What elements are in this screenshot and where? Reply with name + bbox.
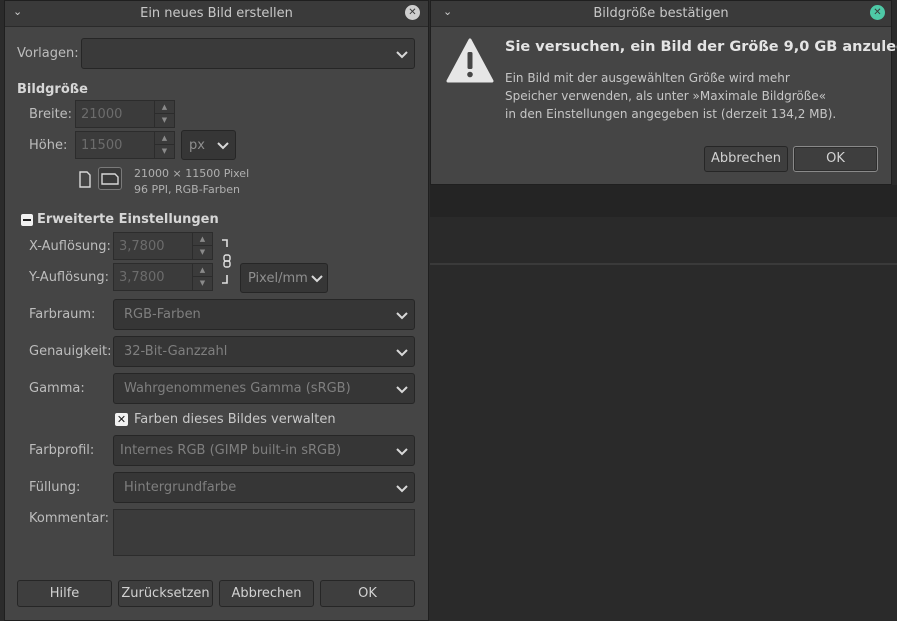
yres-spinbox[interactable]: 3,7800 ▲ ▼ xyxy=(113,263,215,291)
colorspace-combo[interactable]: RGB-Farben xyxy=(113,299,415,330)
precision-value: 32-Bit-Ganzzahl xyxy=(124,344,228,359)
height-label: Höhe: xyxy=(29,138,68,153)
confirm-cancel-button[interactable]: Abbrechen xyxy=(704,146,788,172)
templates-label: Vorlagen: xyxy=(17,46,79,61)
templates-combo[interactable] xyxy=(81,38,415,69)
new-image-titlebar: ⌄ Ein neues Bild erstellen ✕ xyxy=(5,1,428,27)
landscape-icon[interactable] xyxy=(98,167,122,190)
gamma-value: Wahrgenommenes Gamma (sRGB) xyxy=(124,381,351,396)
chevron-down-icon xyxy=(396,447,408,455)
confirm-body-line2: Speicher verwenden, als unter »Maximale … xyxy=(505,89,827,103)
chevron-down-icon xyxy=(396,385,408,393)
portrait-icon[interactable] xyxy=(78,171,92,188)
height-input[interactable]: 11500 xyxy=(75,131,155,159)
canvas-background xyxy=(430,185,897,621)
increment-icon[interactable]: ▲ xyxy=(193,233,212,246)
chevron-down-icon xyxy=(311,275,323,283)
chain-link-icon[interactable] xyxy=(219,239,233,285)
precision-label: Genauigkeit: xyxy=(29,344,112,359)
close-icon[interactable]: ✕ xyxy=(870,5,885,20)
width-spinbox[interactable]: 21000 ▲ ▼ xyxy=(75,100,177,128)
increment-icon[interactable]: ▲ xyxy=(155,101,174,114)
xres-spinbox[interactable]: 3,7800 ▲ ▼ xyxy=(113,232,215,260)
precision-combo[interactable]: 32-Bit-Ganzzahl xyxy=(113,336,415,367)
size-info: 21000 × 11500 Pixel xyxy=(134,167,250,180)
decrement-icon[interactable]: ▼ xyxy=(155,114,174,127)
new-image-title: Ein neues Bild erstellen xyxy=(140,6,293,21)
chevron-down-icon xyxy=(396,311,408,319)
reset-button[interactable]: Zurücksetzen xyxy=(118,580,213,607)
fill-value: Hintergrundfarbe xyxy=(124,480,237,495)
comment-textarea[interactable] xyxy=(113,509,415,556)
width-label: Breite: xyxy=(29,107,73,122)
comment-label: Kommentar: xyxy=(29,511,109,526)
close-icon[interactable]: ✕ xyxy=(405,5,420,20)
colorspace-value: RGB-Farben xyxy=(124,307,201,322)
confirm-body-line3: in den Einstellungen angegeben ist (derz… xyxy=(505,107,837,121)
unit-combo[interactable]: px xyxy=(181,130,236,160)
image-size-header: Bildgröße xyxy=(17,82,88,97)
fill-label: Füllung: xyxy=(29,480,81,495)
fill-combo[interactable]: Hintergrundfarbe xyxy=(113,472,415,503)
ppi-info: 96 PPI, RGB-Farben xyxy=(134,183,240,196)
manage-colors-label[interactable]: Farben dieses Bildes verwalten xyxy=(134,412,336,427)
canvas-strip xyxy=(430,185,897,217)
profile-label: Farbprofil: xyxy=(29,443,95,458)
increment-icon[interactable]: ▲ xyxy=(193,264,212,277)
yres-label: Y-Auflösung: xyxy=(29,270,109,285)
ok-button[interactable]: OK xyxy=(320,580,415,607)
chevron-down-icon xyxy=(217,142,229,150)
confirm-title: Bildgröße bestätigen xyxy=(593,6,729,21)
increment-icon[interactable]: ▲ xyxy=(155,132,174,145)
decrement-icon[interactable]: ▼ xyxy=(155,145,174,158)
canvas-divider xyxy=(430,263,897,265)
gamma-label: Gamma: xyxy=(29,381,85,396)
help-button[interactable]: Hilfe xyxy=(17,580,112,607)
cancel-button[interactable]: Abbrechen xyxy=(219,580,314,607)
warning-icon xyxy=(446,38,494,83)
confirm-titlebar: ⌄ Bildgröße bestätigen ✕ xyxy=(431,1,891,27)
chevron-down-icon xyxy=(396,50,408,58)
advanced-header[interactable]: Erweiterte Einstellungen xyxy=(37,212,219,227)
yres-input[interactable]: 3,7800 xyxy=(113,263,193,291)
height-spinbox[interactable]: 11500 ▲ ▼ xyxy=(75,131,177,159)
confirm-body-line1: Ein Bild mit der ausgewählten Größe wird… xyxy=(505,71,790,85)
new-image-dialog: ⌄ Ein neues Bild erstellen ✕ Vorlagen: B… xyxy=(4,0,429,621)
decrement-icon[interactable]: ▼ xyxy=(193,246,212,259)
chevron-down-icon xyxy=(396,484,408,492)
confirm-heading: Sie versuchen, ein Bild der Größe 9,0 GB… xyxy=(505,39,897,55)
collapse-icon[interactable] xyxy=(21,214,33,226)
res-unit-combo[interactable]: Pixel/mm xyxy=(240,263,328,293)
width-input[interactable]: 21000 xyxy=(75,100,155,128)
profile-combo[interactable]: Internes RGB (GIMP built-in sRGB) xyxy=(113,435,415,466)
confirm-size-dialog: ⌄ Bildgröße bestätigen ✕ Sie versuchen, … xyxy=(430,0,897,185)
chevron-down-icon xyxy=(396,348,408,356)
manage-colors-checkbox[interactable]: ✕ xyxy=(115,413,128,426)
colorspace-label: Farbraum: xyxy=(29,307,96,322)
confirm-ok-button[interactable]: OK xyxy=(793,146,878,172)
gamma-combo[interactable]: Wahrgenommenes Gamma (sRGB) xyxy=(113,373,415,404)
res-unit-value: Pixel/mm xyxy=(248,271,308,286)
unit-value: px xyxy=(189,138,205,153)
decrement-icon[interactable]: ▼ xyxy=(193,277,212,290)
xres-label: X-Auflösung: xyxy=(29,239,111,254)
xres-input[interactable]: 3,7800 xyxy=(113,232,193,260)
profile-value: Internes RGB (GIMP built-in sRGB) xyxy=(120,443,342,458)
